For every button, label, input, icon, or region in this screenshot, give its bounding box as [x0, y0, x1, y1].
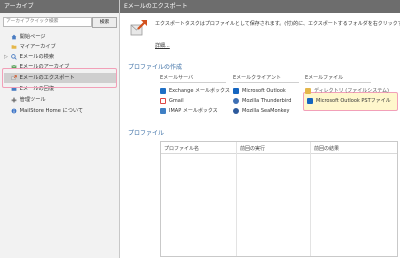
profiles-title: プロファイル	[128, 130, 165, 137]
imap-icon	[160, 107, 166, 114]
column-divider	[236, 142, 237, 256]
seamonkey-icon	[233, 107, 239, 114]
gmail-icon	[160, 97, 166, 104]
export-pane-header: Eメールのエクスポート	[120, 0, 400, 13]
exchange-icon	[160, 87, 166, 94]
thunderbird-icon	[233, 97, 239, 104]
search-input[interactable]: アーカイブクイック検索	[3, 17, 92, 27]
tree-item-admin-tools[interactable]: 管理ツール	[4, 95, 116, 105]
profiles-table-header: プロファイル名 前回の実行 前回の結果	[161, 142, 397, 154]
source-imap[interactable]: IMAP メールボックス	[160, 107, 218, 116]
export-description: エクスポートタスクはプロファイルとして保存されます。(付)的に、エクスポートする…	[155, 21, 400, 27]
details-link[interactable]: 詳細...	[155, 42, 170, 49]
source-directory[interactable]: ディレクトリ (ファイルシステム)	[305, 87, 389, 96]
expand-icon[interactable]: ▷	[4, 52, 9, 62]
home-icon	[11, 34, 17, 39]
profiles-table[interactable]: プロファイル名 前回の実行 前回の結果	[160, 141, 398, 257]
selection-highlight	[2, 68, 117, 88]
column-last-result[interactable]: 前回の結果	[314, 145, 339, 152]
source-outlook[interactable]: Microsoft Outlook	[233, 87, 286, 96]
tree-item-about[interactable]: MailStore Home について	[4, 106, 116, 116]
folder-icon	[11, 44, 17, 49]
create-profile-title: プロファイルの作成	[128, 64, 183, 71]
search-button[interactable]: 検索	[92, 17, 117, 28]
source-exchange[interactable]: Exchange メールボックス	[160, 87, 230, 96]
tree-item-search-mail[interactable]: ▷ Eメールの検索	[4, 52, 116, 62]
search-icon	[10, 53, 17, 60]
tools-icon	[11, 97, 17, 102]
source-gmail[interactable]: Gmail	[160, 97, 184, 106]
column-profile-name[interactable]: プロファイル名	[164, 145, 199, 152]
info-icon	[11, 108, 17, 113]
column-divider	[310, 142, 311, 256]
export-large-icon	[130, 20, 147, 36]
mail-file-column-title: Eメールファイル	[305, 74, 371, 83]
mail-server-column-title: Eメールサーバ	[160, 74, 226, 83]
pst-icon	[307, 97, 313, 104]
mail-client-column-title: Eメールクライアント	[233, 74, 299, 83]
tree-item-my-archive[interactable]: マイアーカイブ	[4, 42, 116, 52]
source-pst-file[interactable]: Microsoft Outlook PSTファイル	[307, 97, 391, 106]
archive-pane-header: アーカイブ	[0, 0, 119, 13]
column-last-run[interactable]: 前回の実行	[240, 145, 265, 152]
tree-item-home[interactable]: 開始ページ	[4, 32, 116, 42]
outlook-icon	[233, 87, 239, 94]
source-thunderbird[interactable]: Mozilla Thunderbird	[233, 97, 291, 106]
directory-icon	[305, 87, 311, 94]
archive-pane: アーカイブ アーカイブクイック検索 検索 開始ページ マイアーカイブ ▷ Eメー…	[0, 0, 120, 258]
search-row: アーカイブクイック検索 検索	[3, 17, 117, 28]
source-seamonkey[interactable]: Mozilla SeaMonkey	[233, 107, 289, 116]
